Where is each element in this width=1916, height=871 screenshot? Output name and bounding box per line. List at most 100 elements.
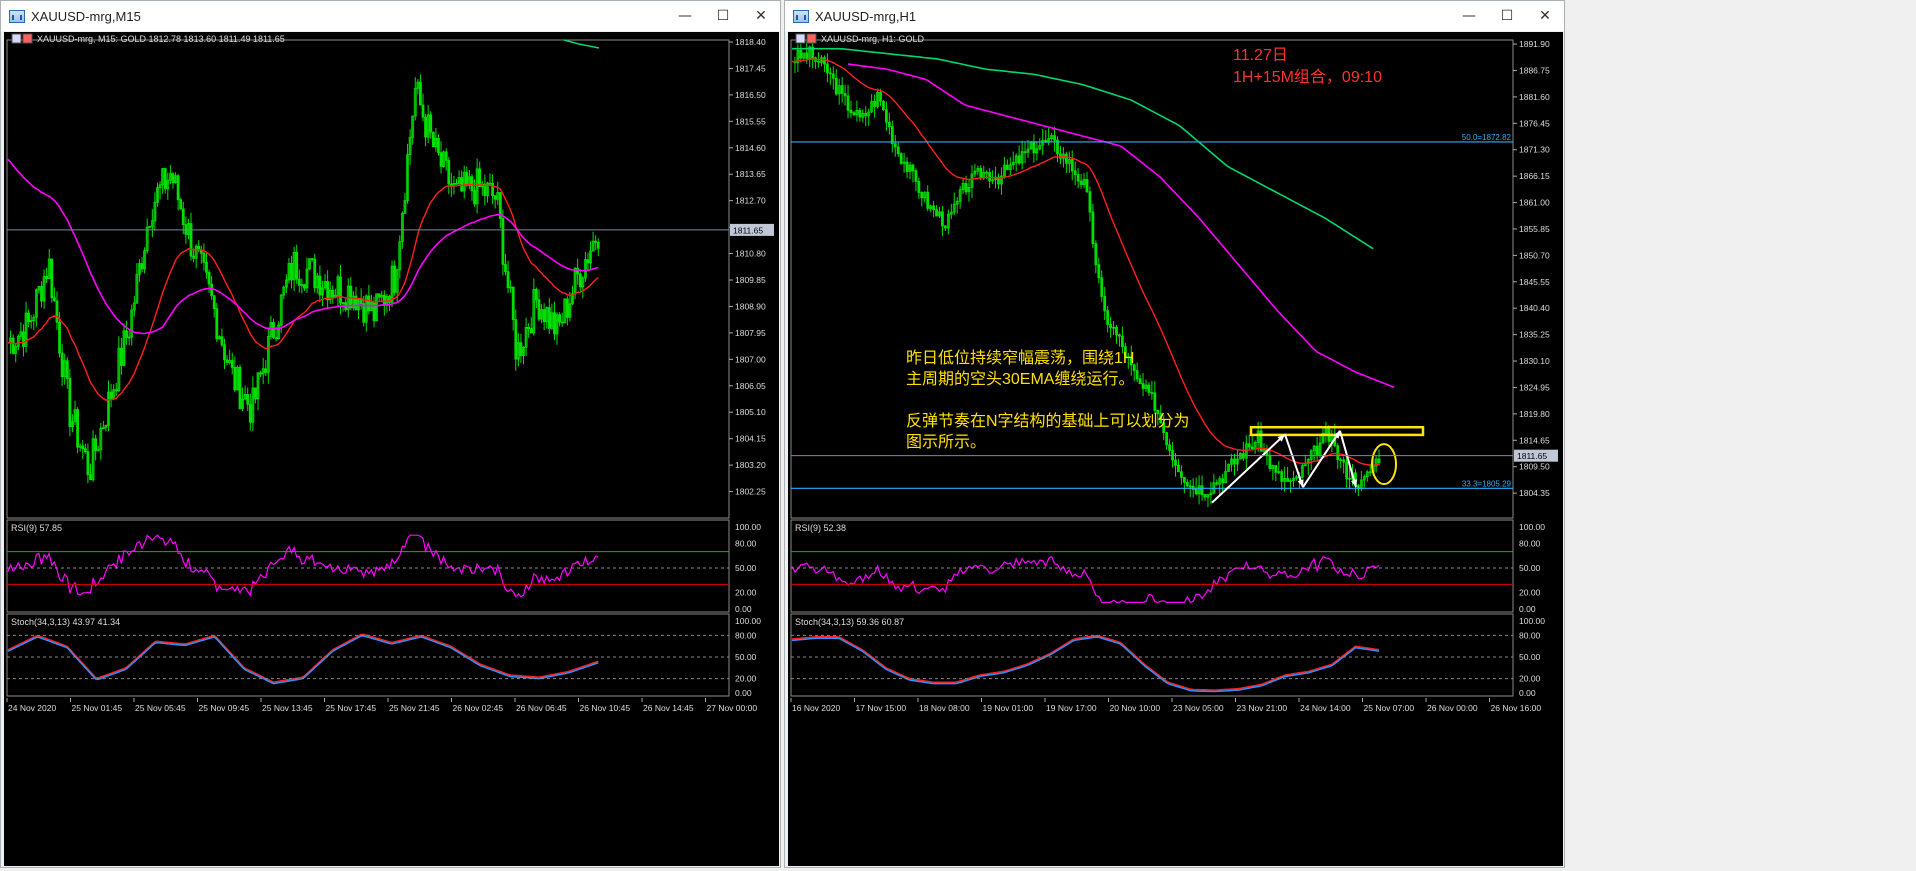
candle-body xyxy=(444,151,448,161)
minimize-button[interactable]: — xyxy=(1450,1,1488,31)
candle-body xyxy=(529,328,533,334)
m15-chart-svg[interactable]: 1818.40 1817.45 1816.50 1815.55 1814.60 1813.… xyxy=(4,32,779,866)
price-tick-label: 1813.65 xyxy=(735,169,766,179)
time-tick-label: 17 Nov 15:00 xyxy=(856,703,907,713)
candle-body xyxy=(1085,179,1089,193)
minimize-button[interactable]: — xyxy=(666,1,704,31)
candle-body xyxy=(83,448,87,453)
candle-body xyxy=(1079,180,1083,185)
osc-tick-label: 80.00 xyxy=(735,630,757,640)
price-tick-label: 1840.40 xyxy=(1519,303,1550,313)
close-button[interactable]: ✕ xyxy=(742,1,780,31)
candle-body xyxy=(1059,153,1062,159)
candle-body xyxy=(339,276,342,304)
osc-tick-label: 80.00 xyxy=(735,538,757,548)
candle-body xyxy=(864,112,868,117)
candle-body xyxy=(1088,191,1092,213)
time-tick-label: 16 Nov 2020 xyxy=(792,703,840,713)
candle-body xyxy=(501,218,505,265)
candle-body xyxy=(1200,485,1204,495)
stoch-label: Stoch(34,3,13) 59.36 60.87 xyxy=(795,617,904,627)
candle-body xyxy=(220,336,224,346)
price-tick-label: 1808.90 xyxy=(735,301,766,311)
osc-tick-label: 20.00 xyxy=(1519,588,1541,598)
time-tick-label: 25 Nov 05:45 xyxy=(135,703,186,713)
candle-body xyxy=(478,168,482,187)
price-tick-label: 1812.70 xyxy=(735,196,766,206)
osc-tick-label: 50.00 xyxy=(735,652,757,662)
candle-body xyxy=(1094,243,1098,266)
m15-window-title: XAUUSD-mrg,M15 xyxy=(31,8,141,24)
candle-body xyxy=(58,321,61,354)
candle-body xyxy=(920,192,924,199)
osc-tick-label: 0.00 xyxy=(735,688,752,698)
candle-body xyxy=(1053,135,1056,141)
candle-body xyxy=(1138,378,1142,384)
candle-body xyxy=(424,116,427,138)
price-tick-label: 1850.70 xyxy=(1519,250,1550,260)
maximize-button[interactable]: ☐ xyxy=(1488,1,1526,31)
candle-body xyxy=(421,104,425,118)
candle-body xyxy=(274,337,278,340)
price-tick-label: 1816.50 xyxy=(735,90,766,100)
candle-body xyxy=(303,284,306,289)
osc-tick-label: 50.00 xyxy=(1519,652,1541,662)
osc-tick-label: 20.00 xyxy=(735,674,757,684)
h1-title-bar[interactable]: XAUUSD-mrg,H1 — ☐ ✕ xyxy=(785,1,1564,31)
rsi-label: RSI(9) 52.38 xyxy=(795,523,846,533)
m15-title-bar[interactable]: XAUUSD-mrg,M15 — ☐ ✕ xyxy=(1,1,780,31)
candle-body xyxy=(1174,459,1177,466)
candle-body xyxy=(181,208,185,225)
rsi-label: RSI(9) 57.85 xyxy=(11,523,62,533)
candle-body xyxy=(1171,449,1174,461)
candle-body xyxy=(1177,464,1180,473)
candle-body xyxy=(439,152,443,167)
time-tick-label: 26 Nov 14:45 xyxy=(643,703,694,713)
candle-body xyxy=(1345,461,1348,479)
price-tick-label: 1810.80 xyxy=(735,249,766,259)
osc-tick-label: 0.00 xyxy=(1519,604,1536,614)
candle-body xyxy=(560,321,564,324)
candle-body xyxy=(290,263,293,281)
m15-chart-area[interactable]: 1818.40 1817.45 1816.50 1815.55 1814.60 1813.… xyxy=(4,32,779,866)
candle-body xyxy=(215,308,219,340)
time-tick-label: 26 Nov 02:45 xyxy=(453,703,504,713)
candle-body xyxy=(1348,477,1351,480)
price-tick-label: 1876.45 xyxy=(1519,118,1550,128)
candle-body xyxy=(1091,211,1095,245)
time-tick-label: 25 Nov 13:45 xyxy=(262,703,313,713)
candle-body xyxy=(488,182,492,185)
price-tick-label: 1855.85 xyxy=(1519,224,1550,234)
m15-chart-window[interactable]: XAUUSD-mrg,M15 — ☐ ✕ 1818.40 1817.45 1816.… xyxy=(0,0,781,868)
candle-body xyxy=(527,327,531,330)
h1-chart-area[interactable]: 50.0=1872.82 33.3=1805.29 11.27日 1H+15M组合，0… xyxy=(788,32,1563,866)
candle-body xyxy=(1097,264,1101,279)
candle-body xyxy=(917,181,921,193)
candle-body xyxy=(202,252,206,263)
candle-body xyxy=(493,195,497,200)
price-tick-label: 1815.55 xyxy=(735,116,766,126)
candle-body xyxy=(1185,481,1189,487)
candle-body xyxy=(985,171,989,174)
candle-body xyxy=(1336,445,1340,461)
candle-body xyxy=(1032,141,1036,154)
price-tick-label: 1807.00 xyxy=(735,354,766,364)
candle-body xyxy=(1342,459,1346,463)
osc-tick-label: 0.00 xyxy=(735,604,752,614)
candle-body xyxy=(179,199,183,210)
candle-body xyxy=(68,377,72,428)
candle-body xyxy=(817,60,820,63)
osc-tick-label: 50.00 xyxy=(735,563,757,573)
h1-chart-window[interactable]: XAUUSD-mrg,H1 — ☐ ✕ 50.0=1872.82 33.3=180… xyxy=(784,0,1565,868)
candle-body xyxy=(382,294,386,306)
time-tick-label: 26 Nov 06:45 xyxy=(516,703,567,713)
h1-chart-svg[interactable]: 50.0=1872.82 33.3=1805.29 11.27日 1H+15M组合，0… xyxy=(788,32,1563,866)
close-button[interactable]: ✕ xyxy=(1526,1,1564,31)
time-tick-label: 18 Nov 08:00 xyxy=(919,703,970,713)
candle-body xyxy=(367,295,371,312)
time-tick-label: 25 Nov 17:45 xyxy=(326,703,377,713)
maximize-button[interactable]: ☐ xyxy=(704,1,742,31)
candle-body xyxy=(318,275,322,296)
candle-body xyxy=(926,191,930,209)
candle-body xyxy=(76,409,79,448)
